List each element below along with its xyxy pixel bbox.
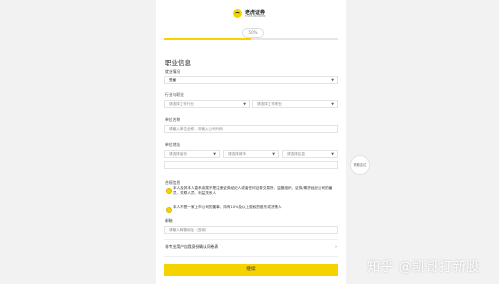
district-placeholder: 请选择区县 [287,152,305,156]
compliance-text-2: 本人不是一家上市公司的董事、持有10%及以上股权的股东或决策人 [173,205,282,209]
email-label: 邮箱 [165,218,173,223]
employer-placeholder: 请输入单位全称，勿输入公司代码 [169,127,223,131]
form-page: 老虎证券 TIGER BROKERS 50% 职业信息 就业情况 受雇 ▼ 行业… [156,0,346,284]
header: 老虎证券 TIGER BROKERS [156,0,346,27]
job-placeholder: 请选择工作职业 [257,102,283,106]
compliance-radio-2[interactable] [166,207,172,213]
email-input[interactable]: 请输入邮箱地址（选填） [164,226,338,234]
industry-placeholder: 请选择工作行业 [169,102,195,106]
industry-label: 行业与职业 [165,92,184,97]
questionnaire-label: 非专业用户自我身份确认问卷表 [165,244,219,249]
watermark-text: 知乎 @凯哥打新股 [367,260,480,275]
job-select[interactable]: 请选择工作职业 ▼ [252,100,338,108]
dropdown-arrow-icon: ▼ [272,152,275,156]
dropdown-arrow-icon: ▼ [213,152,216,156]
dropdown-arrow-icon: ▼ [331,102,334,106]
questionnaire-link[interactable]: 非专业用户自我身份确认问卷表 › [165,244,337,252]
province-placeholder: 请选择省份 [169,152,187,156]
brand-subtitle: TIGER BROKERS [245,15,266,18]
chevron-right-icon: › [335,244,337,250]
divider [164,256,338,257]
employer-label: 单位名称 [165,117,181,122]
progress-bar [164,38,338,40]
district-select[interactable]: 请选择区县 ▼ [282,150,338,158]
address-label: 单位地址 [165,142,181,147]
compliance-radio-1[interactable] [166,188,172,194]
divider [164,239,338,240]
city-select[interactable]: 请选择城市 ▼ [223,150,279,158]
continue-button[interactable]: 继续 [164,264,338,276]
progress-label: 50% [242,28,264,38]
city-placeholder: 请选择城市 [228,152,246,156]
locate-button[interactable]: 获取定位 [350,155,370,175]
dropdown-arrow-icon: ▼ [331,152,334,156]
employment-value: 受雇 [169,78,177,82]
section-title: 职业信息 [165,59,191,67]
dropdown-arrow-icon: ▼ [331,78,334,82]
employment-select[interactable]: 受雇 ▼ [164,76,338,84]
dropdown-arrow-icon: ▼ [243,102,246,106]
compliance-text-1: 本人及其本人直系亲属不是注册证券经纪人或者任何证券交易所、监管组织、证券/期货经… [173,186,333,195]
employer-input[interactable]: 请输入单位全称，勿输入公司代码 [164,125,338,133]
progress-fill [164,38,251,40]
email-placeholder: 请输入邮箱地址（选填） [169,228,209,232]
industry-select[interactable]: 请选择工作行业 ▼ [164,100,250,108]
employment-label: 就业情况 [165,69,181,74]
address-detail-input[interactable] [164,161,338,169]
province-select[interactable]: 请选择省份 ▼ [164,150,220,158]
tiger-logo-icon [233,9,242,18]
